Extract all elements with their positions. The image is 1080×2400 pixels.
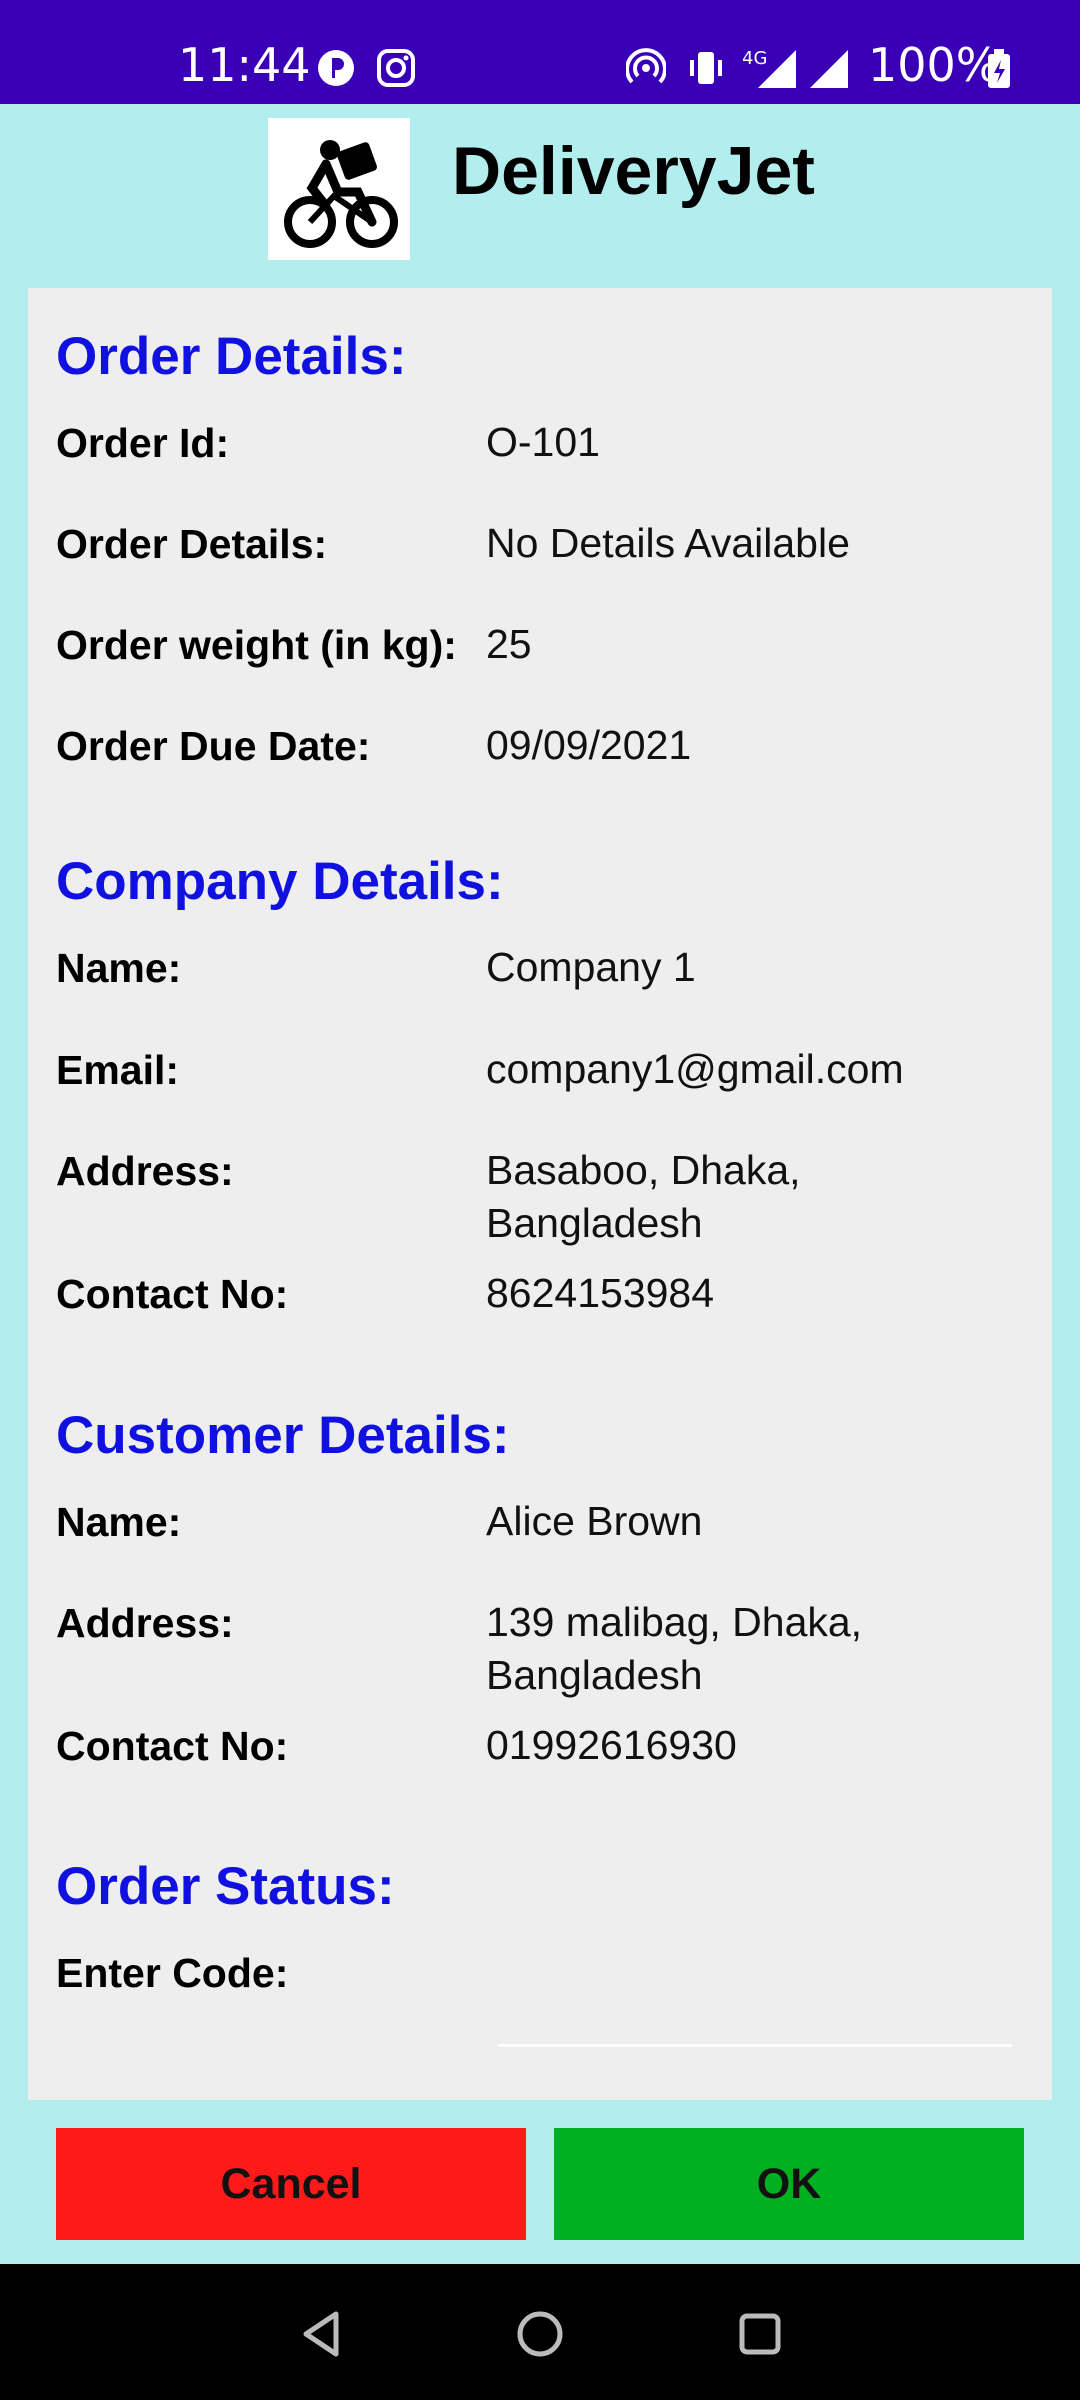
bicycle-delivery-icon: [268, 118, 410, 260]
instagram-icon: [377, 49, 415, 87]
back-icon[interactable]: [292, 2304, 352, 2364]
details-card: Order Details: Order Id: O-101 Order Det…: [28, 288, 1052, 2100]
company-email-label: Email:: [56, 1047, 180, 1093]
company-email-value: company1@gmail.com: [486, 1046, 904, 1092]
customer-name-value: Alice Brown: [486, 1498, 703, 1544]
order-due-date-value: 09/09/2021: [486, 722, 692, 768]
ok-button[interactable]: OK: [554, 2128, 1024, 2240]
company-contact-label: Contact No:: [56, 1271, 289, 1317]
signal-icon: [758, 50, 796, 88]
customer-details-heading: Customer Details:: [56, 1406, 510, 1465]
status-bar: 11:44 4G 100%: [0, 0, 1080, 104]
company-name-value: Company 1: [486, 944, 696, 990]
order-details-value: No Details Available: [486, 520, 850, 566]
order-id-value: O-101: [486, 419, 600, 465]
company-address-label: Address:: [56, 1148, 234, 1194]
whatsapp-icon: [318, 50, 354, 86]
order-due-date-label: Order Due Date:: [56, 723, 371, 769]
enter-code-label: Enter Code:: [56, 1950, 289, 1996]
hotspot-icon: [626, 48, 666, 84]
order-id-label: Order Id:: [56, 420, 230, 466]
app-header: DeliveryJet: [0, 104, 1080, 288]
company-contact-value: 8624153984: [486, 1270, 715, 1316]
company-name-label: Name:: [56, 945, 182, 991]
code-input[interactable]: [498, 1988, 1012, 2044]
company-details-heading: Company Details:: [56, 852, 504, 911]
order-details-label: Order Details:: [56, 521, 328, 567]
order-status-heading: Order Status:: [56, 1857, 395, 1916]
customer-contact-label: Contact No:: [56, 1723, 289, 1769]
customer-name-label: Name:: [56, 1499, 182, 1545]
order-details-heading: Order Details:: [56, 327, 407, 386]
order-weight-label: Order weight (in kg):: [56, 622, 457, 668]
app-title: DeliveryJet: [452, 133, 815, 209]
battery-charging-icon: [988, 49, 1010, 88]
cancel-button[interactable]: Cancel: [56, 2128, 526, 2240]
company-address-value: Basaboo, Dhaka, Bangladesh: [486, 1147, 801, 1246]
navigation-bar: [0, 2264, 1080, 2400]
home-icon[interactable]: [510, 2304, 570, 2364]
customer-address-value: 139 malibag, Dhaka, Bangladesh: [486, 1599, 863, 1698]
code-input-underline: [498, 2044, 1012, 2047]
order-weight-value: 25: [486, 621, 532, 667]
signal-icon: [810, 50, 848, 88]
battery-percent: 100%: [868, 38, 1000, 92]
vibrate-icon: [690, 52, 722, 84]
recents-icon[interactable]: [730, 2304, 790, 2364]
status-time: 11:44: [178, 38, 311, 92]
customer-contact-value: 01992616930: [486, 1722, 737, 1768]
customer-address-label: Address:: [56, 1600, 234, 1646]
